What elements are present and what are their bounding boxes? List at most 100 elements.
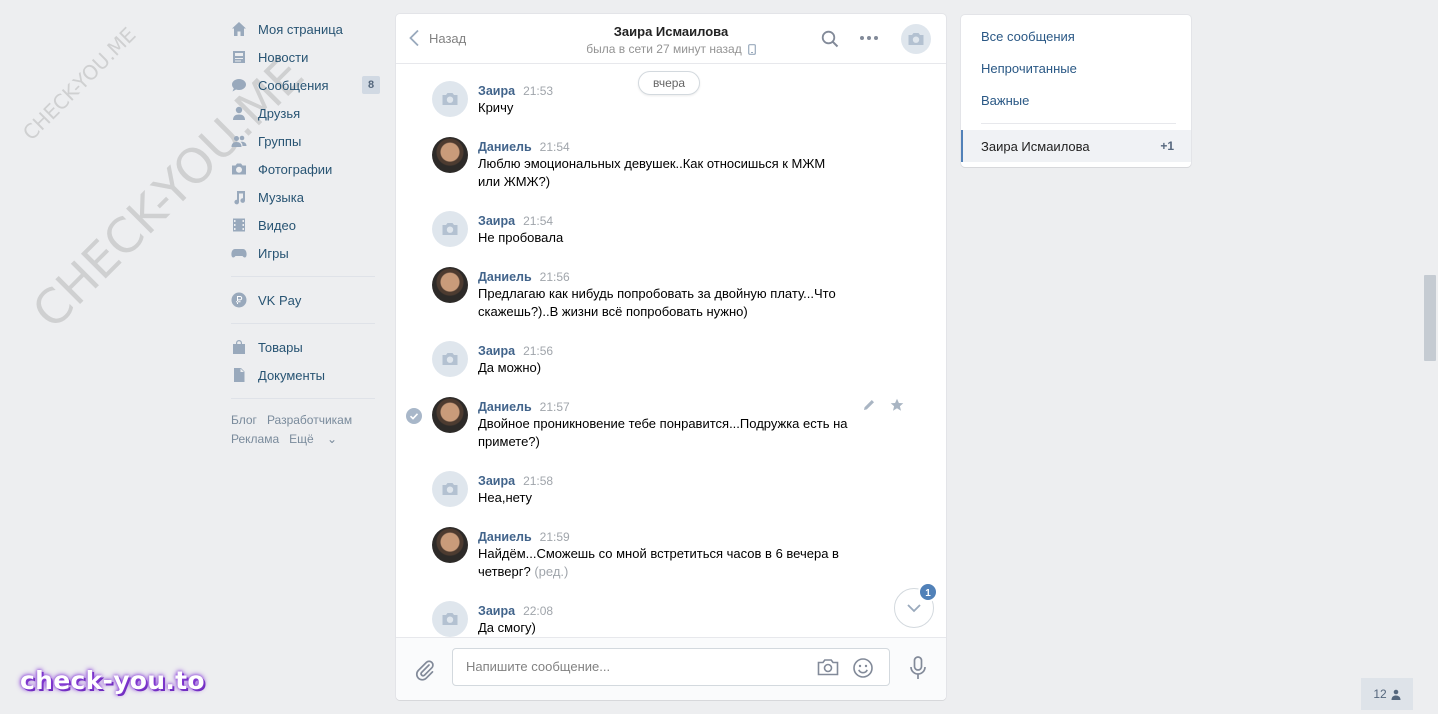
message-text: Люблю эмоциональных девушек..Как относиш…: [478, 155, 868, 191]
filter-unread[interactable]: Непрочитанные: [981, 61, 1077, 76]
filter-all-messages[interactable]: Все сообщения: [981, 29, 1075, 44]
nav-item-games[interactable]: Игры: [228, 239, 383, 267]
footer-link-blog[interactable]: Блог: [231, 413, 257, 427]
message-select-checkbox[interactable]: [406, 408, 422, 424]
message-item[interactable]: Заира 21:56 Да можно): [432, 341, 872, 381]
message-author[interactable]: Даниель: [478, 270, 532, 284]
message-author[interactable]: Даниель: [478, 530, 532, 544]
message-line: примете?): [478, 434, 540, 449]
nav-item-groups[interactable]: Группы: [228, 127, 383, 155]
message-item[interactable]: Даниель 21:59 Найдём...Сможешь со мной вс…: [432, 527, 872, 583]
nav-footer: Блог Разработчикам Реклама Ещё ⌄: [228, 411, 383, 449]
nav-item-messages[interactable]: Сообщения 8: [228, 71, 383, 99]
message-item[interactable]: Заира 21:54 Не пробовала: [432, 211, 872, 251]
message-author[interactable]: Заира: [478, 344, 515, 358]
conversation-name: Заира Исмаилова: [981, 139, 1090, 154]
filter-important[interactable]: Важные: [981, 93, 1029, 108]
more-actions-icon[interactable]: [858, 31, 880, 45]
left-navigation: Моя страница Новости Сообщения 8 Друзья …: [228, 15, 383, 449]
camera-icon: [442, 223, 458, 235]
message-item[interactable]: Заира 21:58 Неа,нету: [432, 471, 872, 511]
gamepad-icon: [231, 245, 247, 261]
sender-avatar[interactable]: [432, 137, 468, 173]
star-icon[interactable]: [890, 398, 904, 412]
edited-mark: (ред.): [534, 564, 569, 579]
message-author[interactable]: Заира: [478, 474, 515, 488]
message-text: Найдём...Сможешь со мной встретиться час…: [478, 545, 868, 581]
user-icon: [1391, 689, 1401, 700]
sender-avatar[interactable]: [432, 601, 468, 637]
unread-count-badge: 1: [918, 582, 938, 602]
message-author[interactable]: Заира: [478, 84, 515, 98]
nav-label: Видео: [258, 217, 296, 233]
message-item[interactable]: Даниель 21:56 Предлагаю как нибудь попроб…: [432, 267, 872, 323]
message-text: Не пробовала: [478, 229, 868, 247]
camera-icon: [231, 161, 247, 177]
sender-avatar[interactable]: [432, 267, 468, 303]
active-conversation-item[interactable]: Заира Исмаилова +1: [961, 130, 1191, 162]
checkmark-icon: [409, 413, 419, 420]
nav-label: Моя страница: [258, 21, 343, 37]
microphone-icon[interactable]: [907, 655, 929, 681]
message-line: Да смогу): [478, 620, 536, 635]
home-icon: [231, 21, 247, 37]
footer-link-ads[interactable]: Реклама: [231, 432, 279, 446]
nav-item-documents[interactable]: Документы: [228, 361, 383, 389]
page-scrollbar-thumb[interactable]: [1424, 275, 1436, 361]
emoji-smile-icon[interactable]: [852, 657, 874, 679]
message-time: 22:08: [523, 604, 554, 618]
nav-item-friends[interactable]: Друзья: [228, 99, 383, 127]
sender-avatar[interactable]: [432, 81, 468, 117]
search-icon[interactable]: [821, 30, 839, 48]
sender-avatar[interactable]: [432, 527, 468, 563]
message-item[interactable]: Заира 22:08 Да смогу): [432, 601, 872, 637]
message-time: 21:57: [539, 400, 570, 414]
nav-item-goods[interactable]: Товары: [228, 333, 383, 361]
groups-icon: [231, 133, 247, 149]
document-icon: [231, 367, 247, 383]
shopping-bag-icon: [231, 339, 247, 355]
message-line: Кричу: [478, 100, 514, 115]
message-author[interactable]: Даниель: [478, 400, 532, 414]
footer-link-more[interactable]: Ещё ⌄: [289, 432, 347, 446]
message-text: Да можно): [478, 359, 868, 377]
nav-item-photos[interactable]: Фотографии: [228, 155, 383, 183]
paperclip-icon[interactable]: [414, 659, 436, 681]
sender-avatar[interactable]: [432, 211, 468, 247]
footer-link-developers[interactable]: Разработчикам: [267, 413, 352, 427]
message-item[interactable]: Даниель 21:54 Люблю эмоциональных девушек…: [432, 137, 872, 193]
message-item[interactable]: Заира 21:53 Кричу: [432, 81, 872, 121]
message-time: 21:56: [523, 344, 554, 358]
message-item[interactable]: Даниель 21:57 Двойное проникновение тебе …: [432, 397, 872, 453]
message-time: 21:54: [523, 214, 554, 228]
camera-icon[interactable]: [817, 658, 839, 676]
sender-avatar[interactable]: [432, 341, 468, 377]
message-composer: Напишите сообщение...: [396, 637, 946, 700]
chat-header: Назад Заира Исмаилова была в сети 27 мин…: [396, 14, 946, 64]
message-line: или ЖМЖ?): [478, 174, 551, 189]
nav-label: Новости: [258, 49, 309, 65]
sender-avatar[interactable]: [432, 471, 468, 507]
nav-item-video[interactable]: Видео: [228, 211, 383, 239]
nav-label: Товары: [258, 339, 303, 355]
message-author[interactable]: Заира: [478, 604, 515, 618]
peer-avatar[interactable]: [901, 24, 931, 54]
peer-status-text: была в сети 27 минут назад: [586, 42, 742, 56]
nav-item-vk-pay[interactable]: VK Pay: [228, 286, 383, 314]
camera-icon: [442, 353, 458, 365]
footer-more-label: Ещё: [289, 432, 314, 446]
camera-icon: [442, 613, 458, 625]
conversation-new-count: +1: [1160, 139, 1174, 153]
panel-divider: [981, 123, 1176, 124]
message-history[interactable]: вчера Заира 21:53 Кричу Даниель 21:54 Любл…: [396, 65, 946, 637]
nav-label: Музыка: [258, 189, 304, 205]
online-friends-button[interactable]: 12: [1361, 678, 1413, 710]
nav-item-news[interactable]: Новости: [228, 43, 383, 71]
sender-avatar[interactable]: [432, 397, 468, 433]
nav-divider: [231, 276, 375, 277]
message-author[interactable]: Даниель: [478, 140, 532, 154]
message-line: Не пробовала: [478, 230, 564, 245]
message-author[interactable]: Заира: [478, 214, 515, 228]
nav-item-my-page[interactable]: Моя страница: [228, 15, 383, 43]
nav-item-music[interactable]: Музыка: [228, 183, 383, 211]
